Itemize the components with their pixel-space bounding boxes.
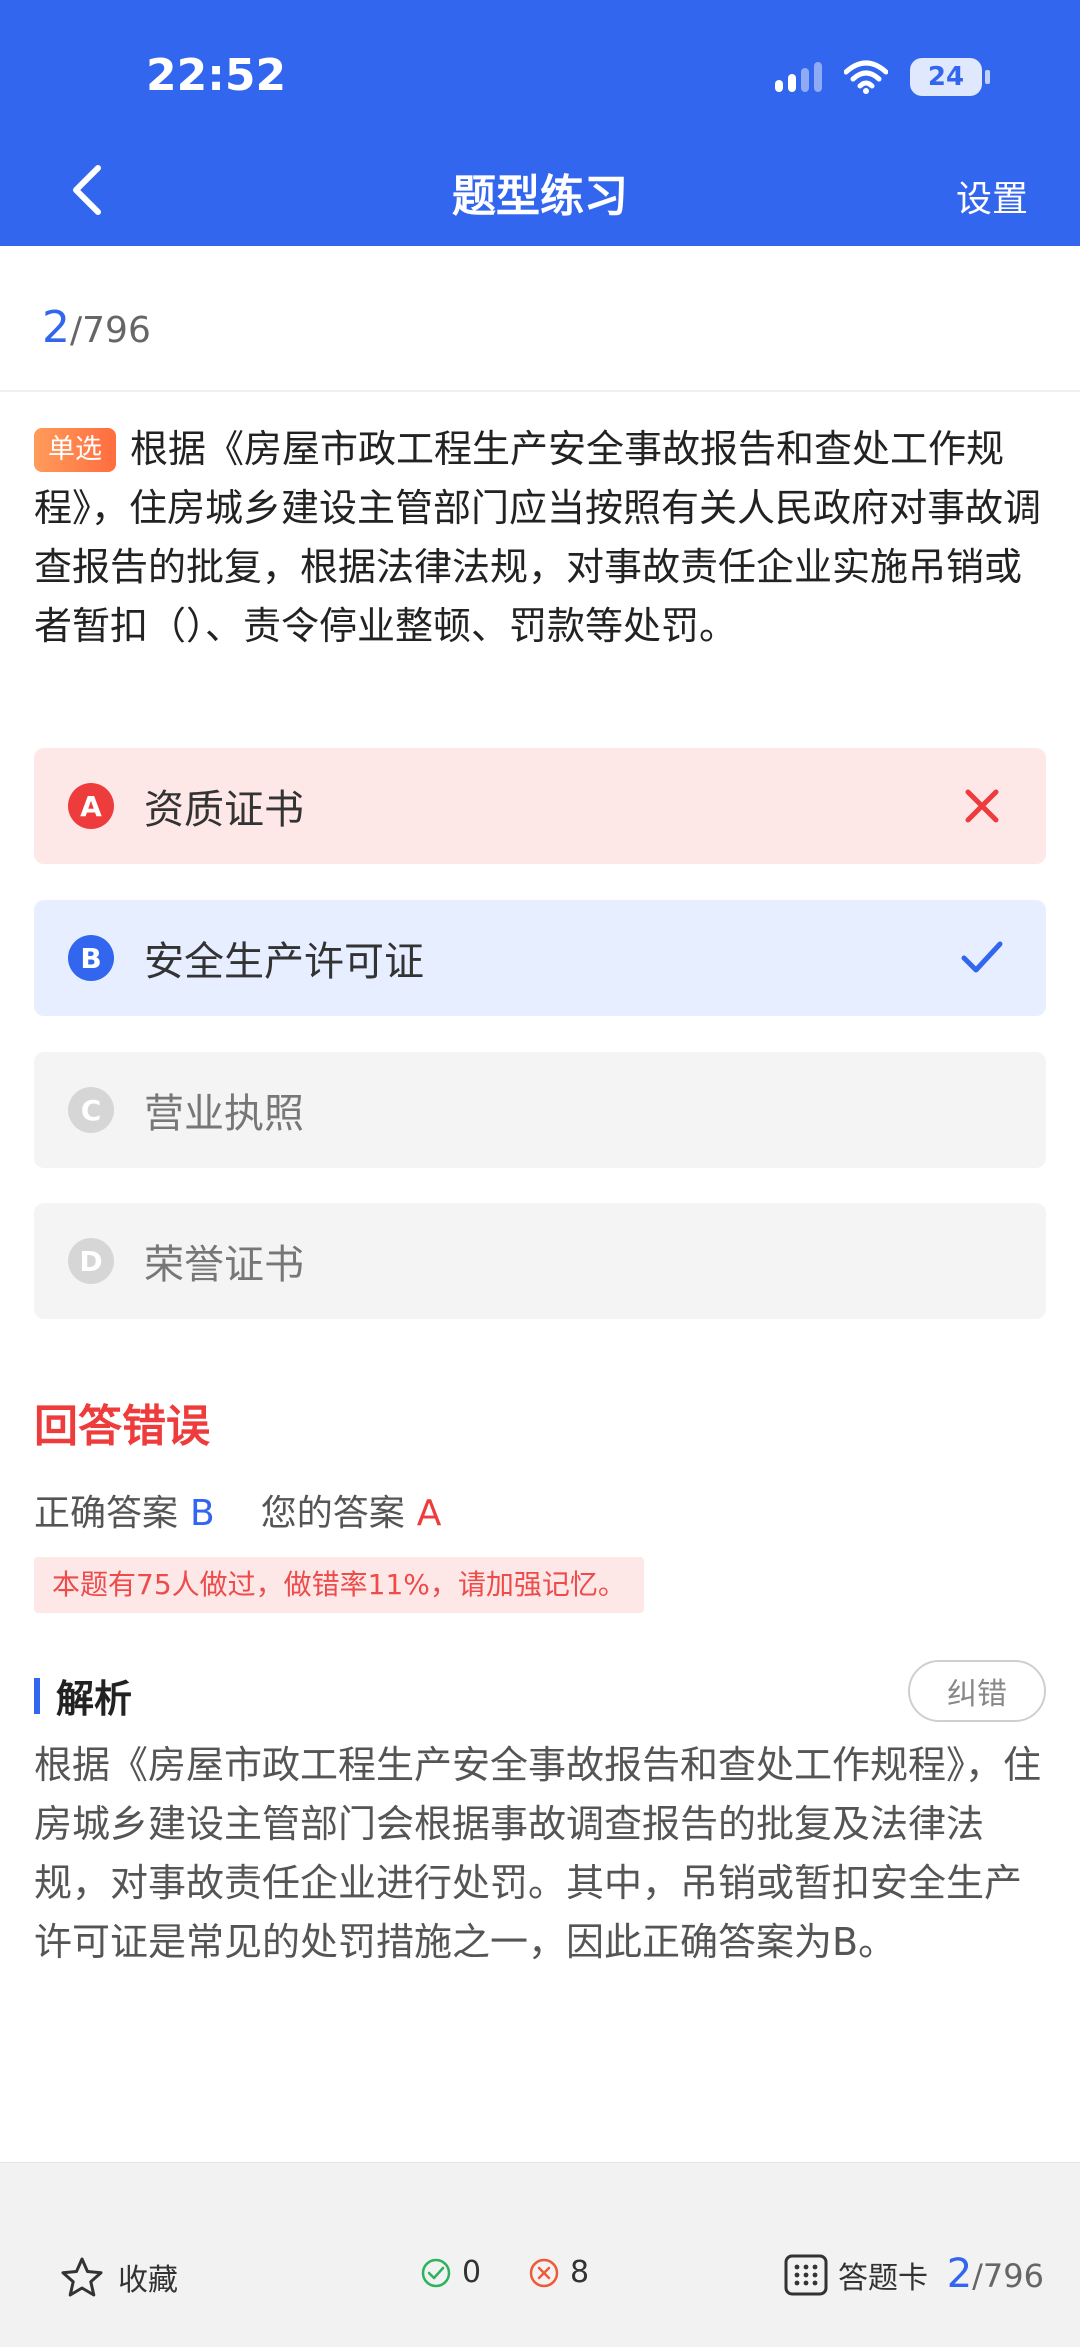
option-text: 安全生产许可证 — [144, 939, 424, 985]
question-type-badge: 单选 — [34, 428, 116, 472]
option-text: 营业执照 — [144, 1091, 304, 1137]
report-error-button[interactable]: 纠错 — [908, 1660, 1046, 1722]
option-letter: B — [68, 935, 114, 981]
option-b[interactable]: B 安全生产许可证 — [34, 900, 1046, 1016]
option-letter: A — [68, 783, 114, 829]
grid-icon — [784, 2254, 828, 2296]
correct-count: 0 — [420, 2255, 481, 2290]
question-text: 根据《房屋市政工程生产安全事故报告和查处工作规程》，住房城乡建设主管部门应当按照… — [34, 427, 1042, 648]
analysis-text: 根据《房屋市政工程生产安全事故报告和查处工作规程》，住房城乡建设主管部门会根据事… — [34, 1743, 1042, 1964]
wrong-count: 8 — [528, 2255, 589, 2290]
answer-card-button[interactable]: 答题卡 — [784, 2253, 928, 2297]
wrong-count-value: 8 — [570, 2255, 590, 2290]
answer-summary: 正确答案 B 您的答案 A — [34, 1484, 441, 1536]
question: 单选 根据《房屋市政工程生产安全事故报告和查处工作规程》，住房城乡建设主管部门应当… — [34, 420, 1046, 656]
battery-icon: 24 — [910, 58, 990, 96]
bottom-bar: 收藏 0 8 答题卡 2/796 — [0, 2162, 1080, 2347]
correct-count-value: 0 — [462, 2255, 482, 2290]
option-d[interactable]: D 荣誉证书 — [34, 1203, 1046, 1319]
option-letter: D — [68, 1238, 114, 1284]
check-icon — [961, 941, 1003, 973]
cross-circle-icon — [529, 2258, 559, 2287]
error-rate-tip: 本题有75人做过，做错率11%，请加强记忆。 — [34, 1557, 644, 1613]
wifi-icon — [844, 60, 888, 94]
result-title: 回答错误 — [34, 1401, 210, 1452]
analysis-heading: 解析 — [34, 1668, 132, 1723]
bottom-progress-total: /796 — [972, 2257, 1044, 2295]
signal-icon — [775, 62, 822, 92]
cross-icon — [965, 789, 999, 823]
correct-answer-label: 正确答案 — [34, 1493, 179, 1534]
option-letter: C — [68, 1087, 114, 1133]
your-answer-label: 您的答案 — [260, 1493, 405, 1534]
heading-accent-bar — [34, 1677, 40, 1714]
settings-button[interactable]: 设置 — [956, 170, 1028, 222]
bottom-progress: 2/796 — [947, 2251, 1044, 2297]
option-text: 资质证书 — [144, 787, 304, 833]
favorite-label: 收藏 — [118, 2263, 178, 2298]
divider — [0, 390, 1080, 392]
favorite-button[interactable]: 收藏 — [60, 2255, 178, 2299]
progress-current: 2 — [42, 302, 70, 353]
analysis-label: 解析 — [56, 1677, 133, 1721]
option-c[interactable]: C 营业执照 — [34, 1052, 1046, 1168]
header: 22:52 24 题型练习 设置 — [0, 0, 1080, 246]
status-time: 22:52 — [146, 50, 287, 101]
option-text: 荣誉证书 — [144, 1242, 304, 1288]
progress-total: /796 — [70, 310, 151, 351]
star-icon — [61, 2257, 103, 2297]
your-answer-value: A — [416, 1493, 442, 1534]
option-a[interactable]: A 资质证书 — [34, 748, 1046, 864]
correct-answer-value: B — [190, 1493, 215, 1534]
page-title: 题型练习 — [452, 171, 628, 222]
status-icons: 24 — [775, 58, 990, 96]
check-circle-icon — [421, 2258, 451, 2287]
answer-card-label: 答题卡 — [838, 2261, 928, 2296]
bottom-progress-current: 2 — [946, 2251, 973, 2297]
question-progress: 2/796 — [42, 302, 151, 353]
